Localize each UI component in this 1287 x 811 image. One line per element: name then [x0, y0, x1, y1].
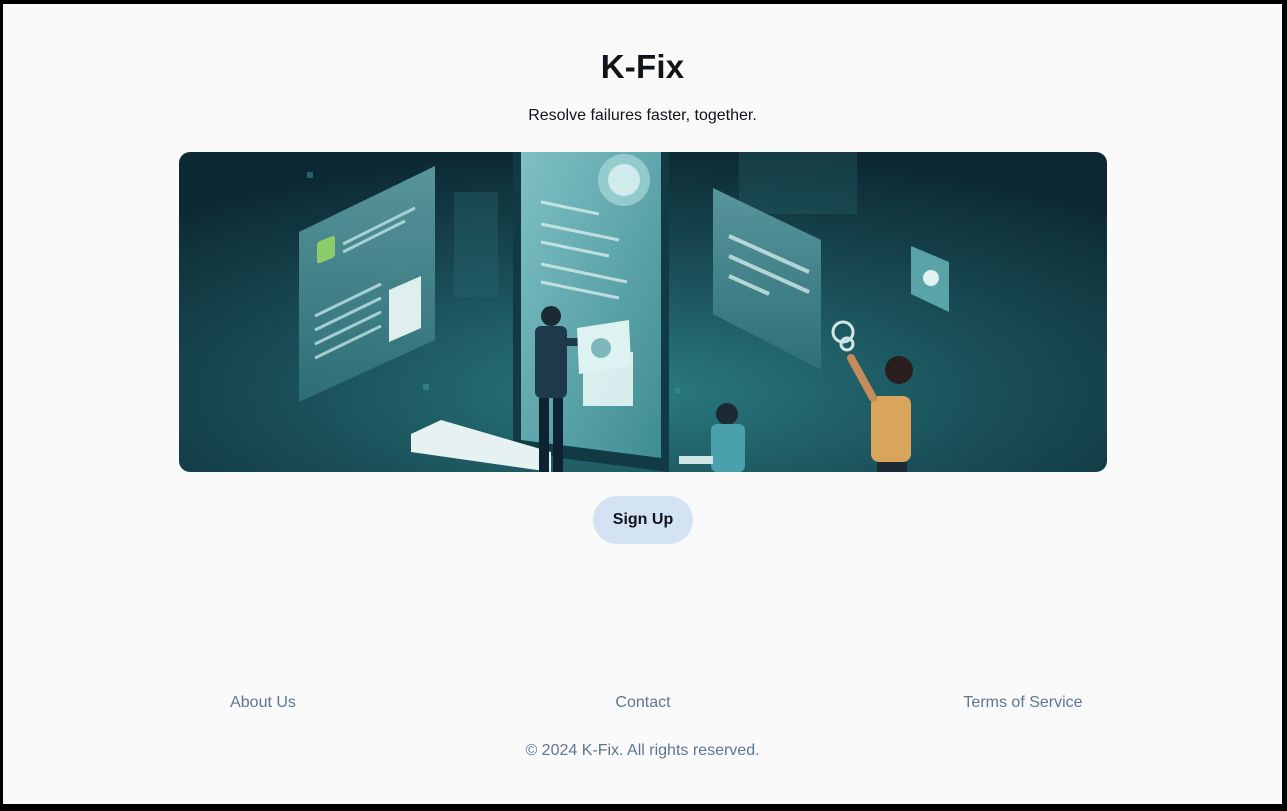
footer-link-contact[interactable]: Contact	[615, 694, 670, 712]
footer-link-about-us[interactable]: About Us	[230, 694, 296, 712]
hero-illustration	[179, 152, 1107, 472]
copyright-text: © 2024 K-Fix. All rights reserved.	[525, 742, 760, 759]
sign-up-button[interactable]: Sign Up	[593, 496, 693, 544]
phone-illustration	[513, 152, 669, 472]
tagline: Resolve failures faster, together.	[528, 107, 757, 124]
page-title: K-Fix	[600, 48, 685, 85]
background-card	[739, 152, 857, 214]
page: K-Fix Resolve failures faster, together.	[3, 4, 1282, 804]
background-card	[454, 192, 498, 297]
footer-link-terms-of-service[interactable]: Terms of Service	[963, 694, 1082, 712]
